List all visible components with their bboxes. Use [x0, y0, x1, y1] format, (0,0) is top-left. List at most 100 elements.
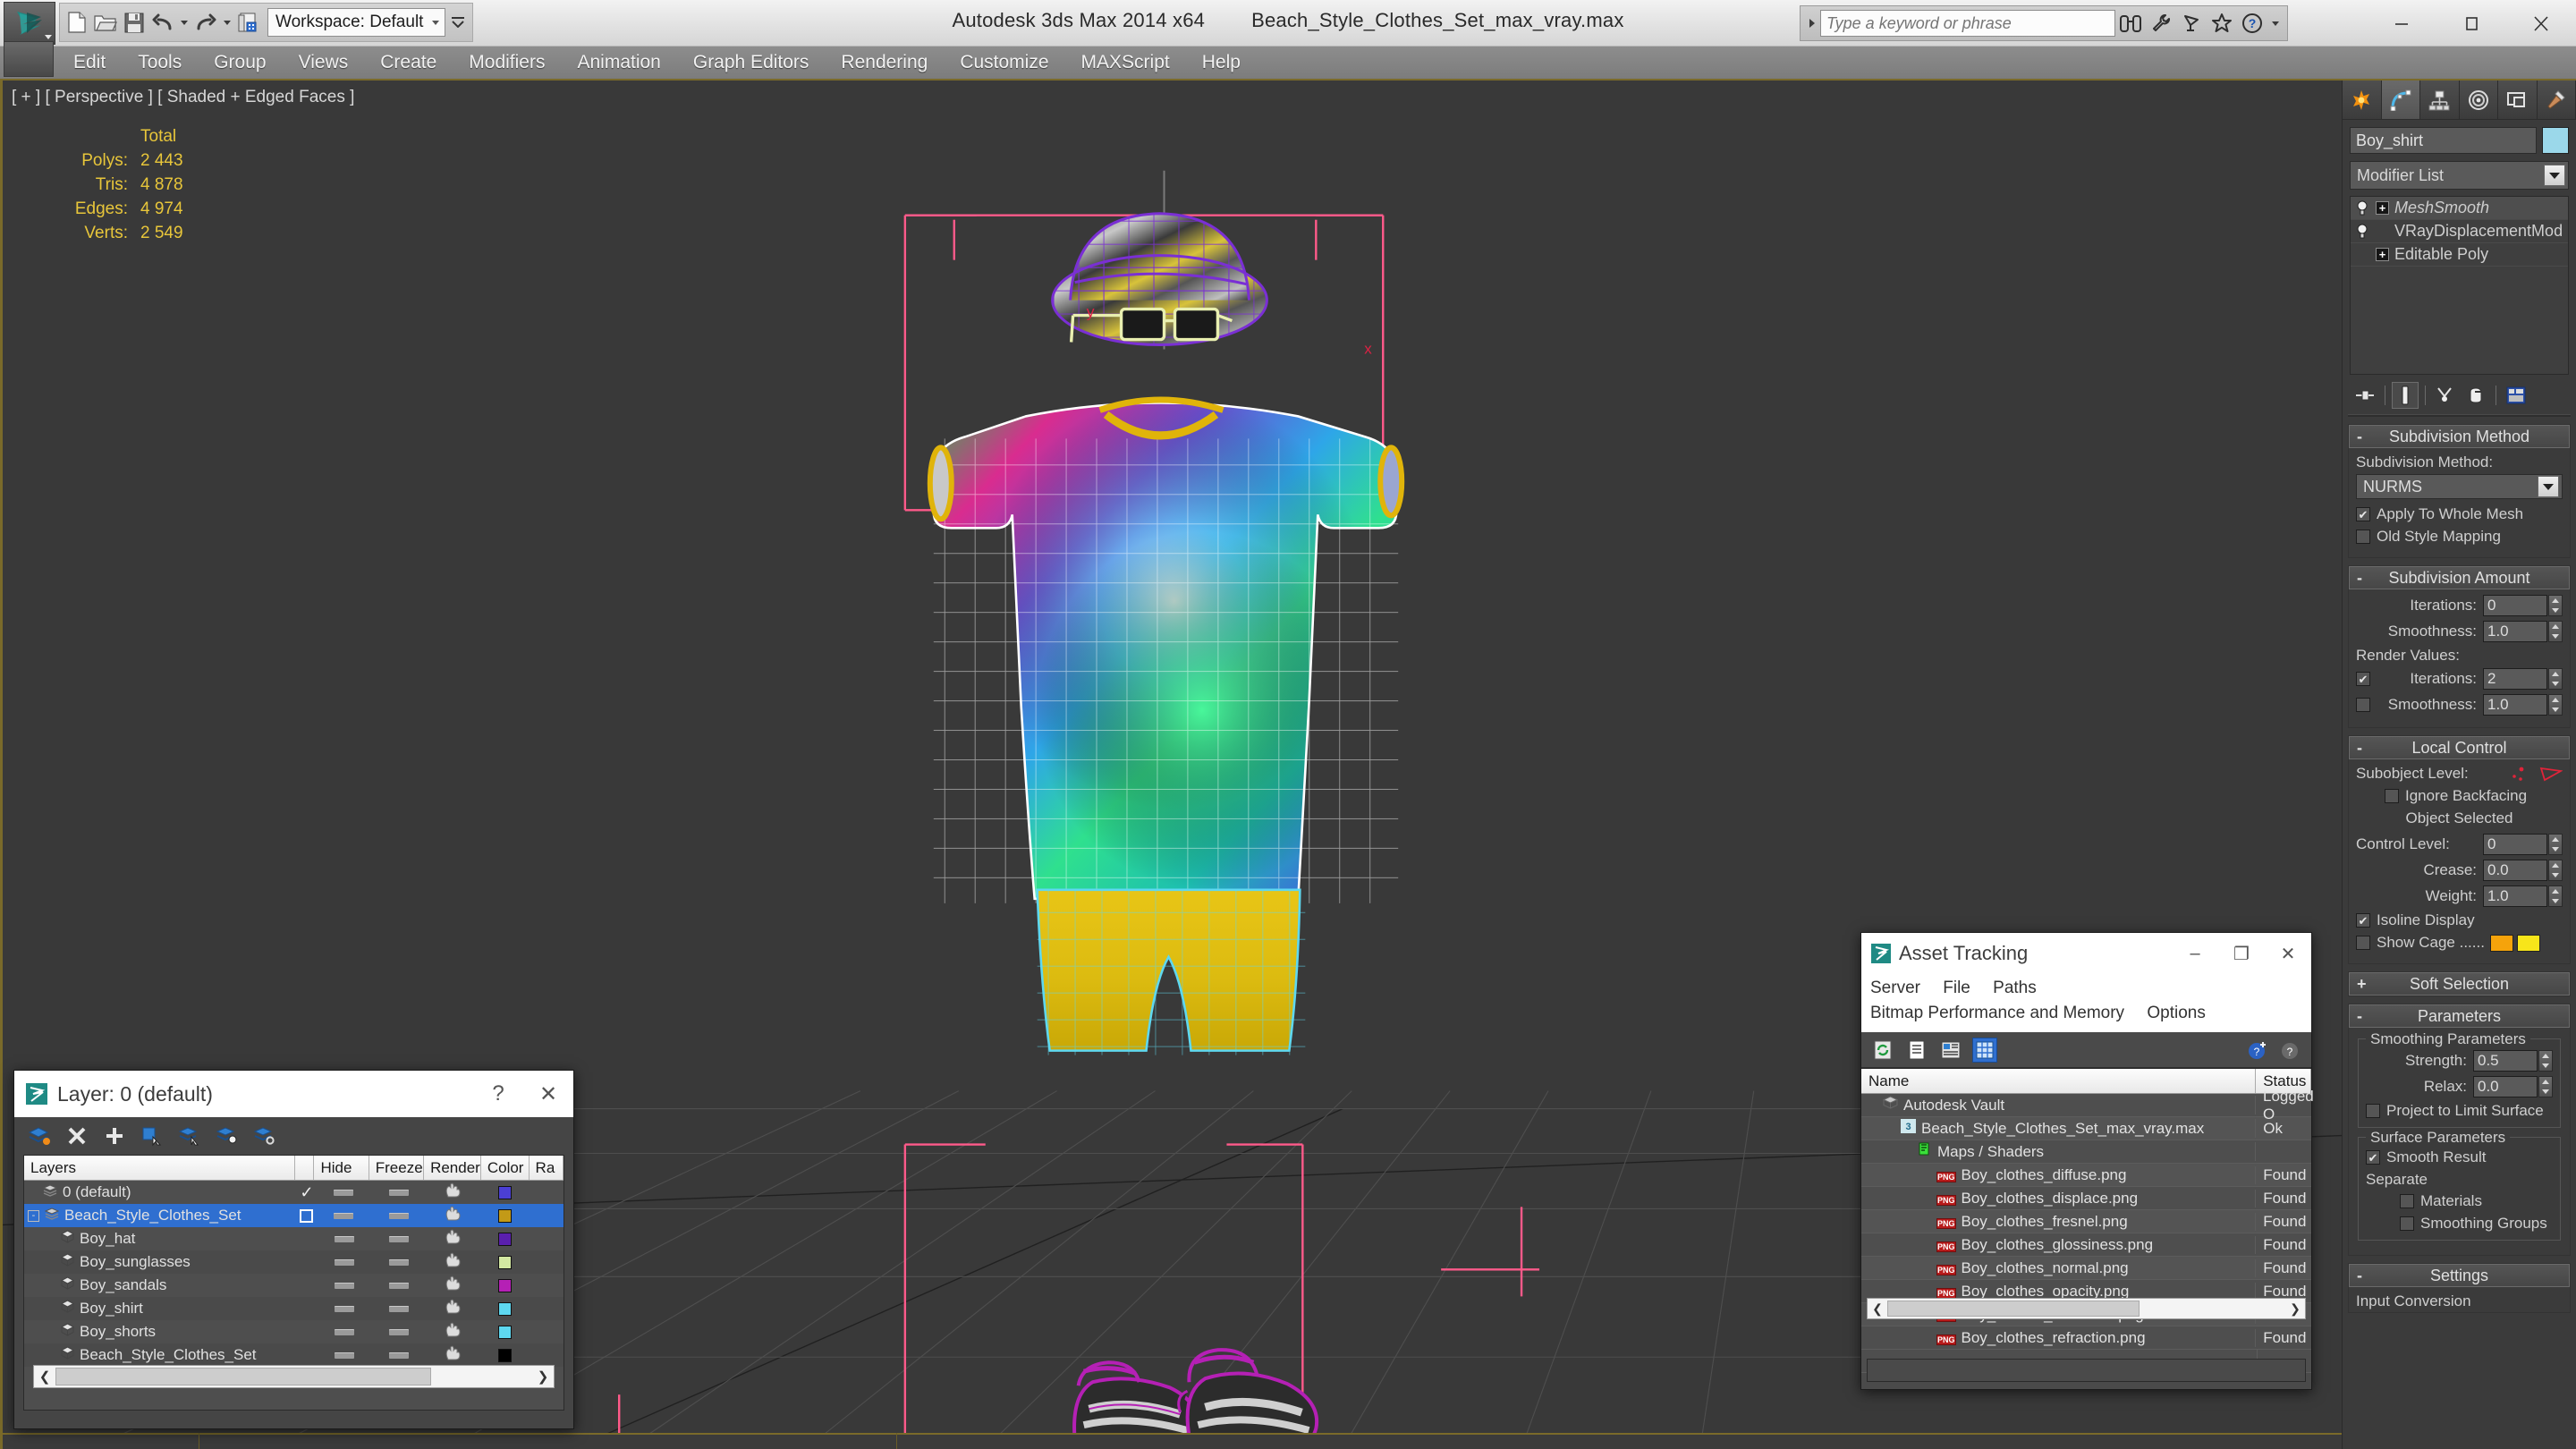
layer-table[interactable]: Layers Hide Freeze Render Color Ra 0 (de…	[23, 1155, 564, 1411]
undo-button[interactable]	[149, 7, 176, 38]
layer-hide-cell[interactable]	[317, 1212, 371, 1219]
cage-color-swatch-1[interactable]	[2489, 934, 2513, 952]
layer-row[interactable]: Boy_shirt	[24, 1297, 564, 1320]
communication-center-button[interactable]	[2176, 8, 2207, 38]
menu-item-create[interactable]: Create	[364, 48, 453, 77]
add-selection-to-layer-button[interactable]	[102, 1123, 127, 1148]
search-button[interactable]	[2115, 8, 2146, 38]
asset-maximize-button[interactable]: ❐	[2218, 933, 2265, 974]
asset-row[interactable]: 3 Beach_Style_Clothes_Set_max_vray.max Ok	[1861, 1117, 2311, 1141]
app-menu-button[interactable]	[4, 2, 55, 45]
layer-hide-cell[interactable]	[317, 1305, 371, 1312]
pin-stack-button[interactable]	[2351, 382, 2378, 409]
apply-to-whole-mesh-checkbox[interactable]	[2356, 507, 2370, 521]
project-limit-surface-checkbox[interactable]	[2366, 1104, 2380, 1118]
asset-row[interactable]: PNG Boy_clothes_diffuse.png Found	[1861, 1164, 2311, 1188]
light-bulb-icon[interactable]	[2354, 199, 2370, 217]
delete-layer-button[interactable]	[64, 1123, 89, 1148]
create-new-layer-button[interactable]	[27, 1123, 52, 1148]
asset-row[interactable]: PNG Boy_clothes_normal.png Found	[1861, 1257, 2311, 1281]
layer-color-swatch[interactable]	[498, 1348, 513, 1362]
layer-color-swatch[interactable]	[498, 1278, 513, 1292]
minimize-button[interactable]	[2367, 0, 2436, 47]
layer-freeze-cell[interactable]	[371, 1282, 426, 1289]
column-name[interactable]: Name	[1861, 1069, 2257, 1094]
favorites-button[interactable]	[2207, 8, 2237, 38]
layer-freeze-cell[interactable]	[371, 1328, 426, 1335]
crease-spinner[interactable]	[2548, 860, 2563, 881]
layer-render-cell[interactable]	[427, 1345, 481, 1365]
maximize-button[interactable]	[2436, 0, 2506, 47]
render-smoothness-spinner[interactable]	[2548, 694, 2563, 716]
modifier-stack-item-editablepoly[interactable]: + Editable Poly	[2351, 243, 2568, 267]
layer-current-cell[interactable]	[297, 1208, 316, 1223]
asset-close-button[interactable]: ✕	[2265, 933, 2311, 974]
column-freeze[interactable]: Freeze	[369, 1156, 425, 1180]
vertex-subobject-icon[interactable]	[2511, 766, 2532, 782]
utilities-tab[interactable]	[2537, 80, 2576, 119]
rollout-header-subdivision-method[interactable]: - Subdivision Method	[2349, 425, 2570, 448]
layer-hide-cell[interactable]	[317, 1189, 371, 1196]
close-button[interactable]	[2506, 0, 2576, 47]
layer-row[interactable]: - Beach_Style_Clothes_Set	[24, 1204, 564, 1227]
help-dropdown[interactable]	[2267, 8, 2284, 38]
layer-freeze-cell[interactable]	[371, 1189, 426, 1196]
menu-item-customize[interactable]: Customize	[944, 48, 1064, 77]
isoline-display-checkbox[interactable]	[2356, 913, 2370, 928]
asset-menu-file[interactable]: File	[1943, 979, 1970, 997]
control-level-field[interactable]: 0	[2483, 834, 2547, 855]
light-bulb-icon[interactable]	[2354, 223, 2370, 241]
layer-name-cell[interactable]: Beach_Style_Clothes_Set	[24, 1346, 298, 1364]
asset-name-cell[interactable]: PNG Boy_clothes_diffuse.png	[1861, 1165, 2257, 1184]
layer-freeze-cell[interactable]	[371, 1305, 426, 1312]
layer-color-swatch[interactable]	[498, 1301, 513, 1316]
layer-render-cell[interactable]	[427, 1252, 481, 1272]
menu-item-tools[interactable]: Tools	[122, 48, 198, 77]
layer-render-cell[interactable]	[426, 1206, 480, 1225]
help-button[interactable]: ?	[2277, 1038, 2302, 1063]
strength-field[interactable]: 0.5	[2473, 1050, 2538, 1072]
rollout-header-local-control[interactable]: - Local Control	[2349, 736, 2570, 759]
crease-field[interactable]: 0.0	[2483, 860, 2547, 881]
render-smoothness-field[interactable]: 1.0	[2483, 694, 2547, 716]
layer-dialog-close-button[interactable]: ✕	[523, 1071, 573, 1117]
layer-render-cell[interactable]	[427, 1322, 481, 1342]
asset-name-cell[interactable]: Autodesk Vault	[1861, 1096, 2256, 1115]
menu-item-graph-editors[interactable]: Graph Editors	[677, 48, 826, 77]
layer-color-swatch[interactable]	[498, 1255, 513, 1269]
layer-freeze-cell[interactable]	[371, 1212, 426, 1219]
layer-color-swatch[interactable]	[498, 1208, 513, 1223]
asset-row[interactable]: PNG Boy_clothes_refraction.png Found	[1861, 1326, 2311, 1351]
column-radiosity[interactable]: Ra	[530, 1156, 564, 1180]
undo-dropdown[interactable]	[178, 7, 191, 38]
column-render[interactable]: Render	[424, 1156, 481, 1180]
render-iterations-checkbox[interactable]	[2356, 672, 2370, 686]
asset-name-cell[interactable]: PNG Boy_clothes_refraction.png	[1861, 1328, 2257, 1347]
column-layers[interactable]: Layers	[24, 1156, 296, 1180]
asset-name-cell[interactable]: PNG Boy_clothes_displace.png	[1861, 1189, 2257, 1208]
rollout-header-settings[interactable]: - Settings	[2349, 1264, 2570, 1287]
workspace-more-button[interactable]	[447, 8, 469, 37]
layer-freeze-cell[interactable]	[371, 1235, 426, 1242]
layer-row[interactable]: Boy_hat	[24, 1227, 564, 1250]
ignore-backfacing-row[interactable]: Ignore Backfacing	[2356, 787, 2563, 805]
render-smoothness-checkbox[interactable]	[2356, 698, 2370, 712]
help-button[interactable]: ?	[2237, 8, 2267, 38]
layer-row[interactable]: 0 (default) ✓	[24, 1181, 564, 1204]
scroll-right-icon[interactable]: ❯	[532, 1368, 554, 1385]
asset-name-cell[interactable]: 3 Beach_Style_Clothes_Set_max_vray.max	[1861, 1119, 2257, 1139]
layer-name-cell[interactable]: Boy_sunglasses	[24, 1253, 298, 1271]
subdivision-method-dropdown[interactable]: NURMS	[2356, 474, 2563, 499]
iterations-field[interactable]: 0	[2483, 595, 2547, 616]
strength-spinner[interactable]	[2538, 1050, 2553, 1072]
list-view-button[interactable]	[1904, 1038, 1929, 1063]
select-objects-in-layer-button[interactable]	[140, 1123, 165, 1148]
highlight-selected-objects-button[interactable]	[215, 1123, 240, 1148]
edge-subobject-icon[interactable]	[2539, 766, 2563, 782]
menu-item-rendering[interactable]: Rendering	[825, 48, 944, 77]
layer-color-cell[interactable]	[481, 1185, 530, 1199]
separate-materials-row[interactable]: Materials	[2366, 1192, 2553, 1210]
layer-dialog-help-button[interactable]: ?	[473, 1071, 523, 1117]
layer-row[interactable]: Beach_Style_Clothes_Set	[24, 1343, 564, 1367]
hierarchy-tab[interactable]	[2420, 80, 2460, 119]
